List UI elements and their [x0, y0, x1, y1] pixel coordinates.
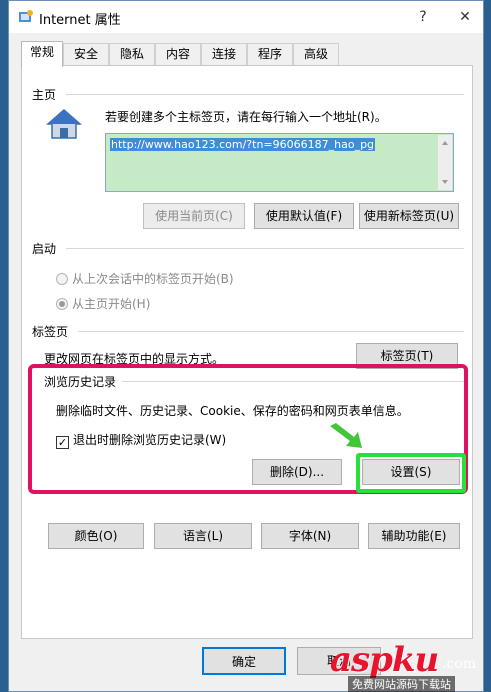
- tab-connections[interactable]: 连接: [201, 43, 247, 65]
- annotation-arrow-icon: [330, 423, 362, 448]
- tabs-group-label: 标签页: [32, 323, 75, 340]
- site-watermark: aspku .com 免费网站源码下载站: [330, 640, 490, 692]
- ok-button[interactable]: 确定: [202, 647, 286, 675]
- close-button[interactable]: ✕: [449, 5, 481, 29]
- tab-advanced[interactable]: 高级: [293, 43, 339, 65]
- home-page-url: http://www.hao123.com/?tn=96066187_hao_p…: [110, 138, 376, 151]
- tab-content[interactable]: 内容: [155, 43, 201, 65]
- radio-start-last-session[interactable]: 从上次会话中的标签页开始(B): [56, 270, 234, 287]
- home-instruction: 若要创建多个主标签页，请在每行输入一个地址(R)。: [105, 110, 387, 124]
- textarea-scrollbar[interactable]: [438, 135, 452, 190]
- watermark-brand: aspku: [330, 640, 439, 680]
- radio-button-selected: [56, 298, 68, 310]
- use-new-tab-button[interactable]: 使用新标签页(U): [359, 203, 459, 229]
- help-button[interactable]: ?: [407, 5, 439, 29]
- general-panel: 主页 若要创建多个主标签页，请在每行输入一个地址(R)。 http://www.…: [21, 65, 473, 639]
- tab-privacy[interactable]: 隐私: [109, 43, 155, 65]
- tab-general[interactable]: 常规: [21, 41, 63, 67]
- fonts-button[interactable]: 字体(N): [261, 523, 359, 549]
- annotation-green-box: [356, 453, 466, 493]
- languages-button[interactable]: 语言(L): [154, 523, 252, 549]
- internet-properties-window: Internet 属性 ? ✕ 常规 安全 隐私 内容 连接 程序 高级 主页 …: [8, 0, 484, 692]
- divider: [78, 331, 464, 332]
- window-title: Internet 属性: [39, 13, 121, 28]
- colors-button[interactable]: 颜色(O): [48, 523, 144, 549]
- internet-options-icon: [19, 10, 33, 22]
- watermark-suffix: .com: [442, 656, 476, 672]
- tab-security[interactable]: 安全: [63, 43, 109, 65]
- use-current-button[interactable]: 使用当前页(C): [143, 203, 245, 229]
- radio-button: [56, 273, 68, 285]
- home-group-label: 主页: [32, 86, 63, 103]
- title-bar: Internet 属性 ? ✕: [9, 1, 483, 33]
- tab-programs[interactable]: 程序: [247, 43, 293, 65]
- home-page-textarea[interactable]: http://www.hao123.com/?tn=96066187_hao_p…: [105, 133, 454, 192]
- divider: [66, 248, 464, 249]
- radio-start-home[interactable]: 从主页开始(H): [56, 295, 150, 312]
- home-icon: [46, 109, 82, 139]
- divider: [66, 94, 464, 95]
- use-default-button[interactable]: 使用默认值(F): [254, 203, 354, 229]
- radio-label: 从主页开始(H): [72, 297, 151, 311]
- radio-label: 从上次会话中的标签页开始(B): [72, 272, 234, 286]
- watermark-subtitle: 免费网站源码下载站: [348, 676, 455, 692]
- accessibility-button[interactable]: 辅助功能(E): [368, 523, 460, 549]
- startup-group-label: 启动: [32, 240, 63, 257]
